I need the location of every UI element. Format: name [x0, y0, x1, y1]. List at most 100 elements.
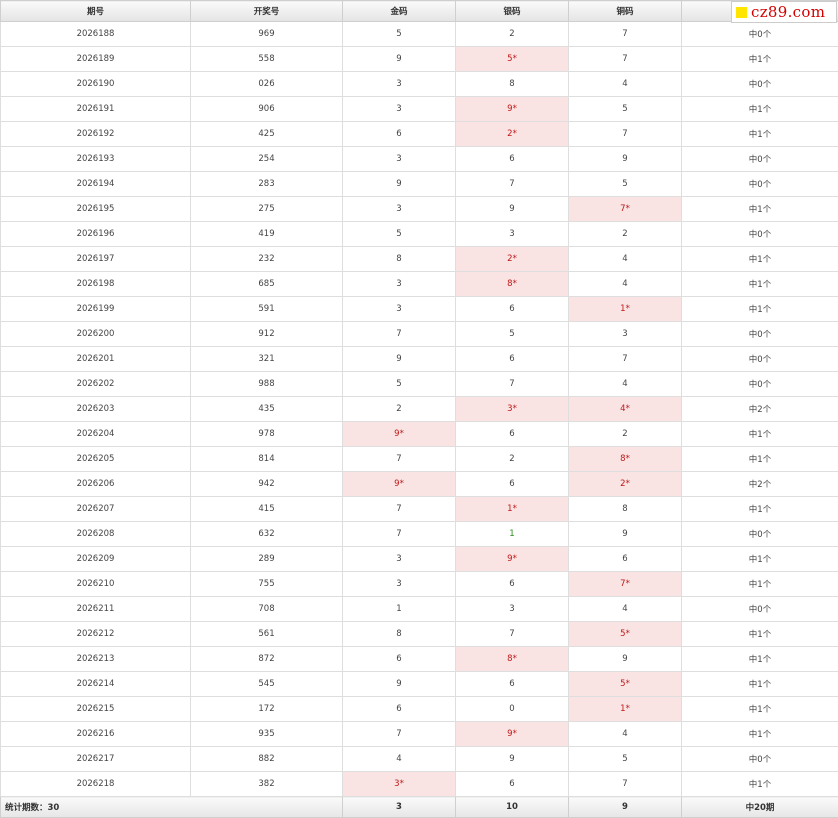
cell-issue: 2026198	[1, 272, 191, 297]
cell-issue: 2026205	[1, 447, 191, 472]
cell-result: 中0个	[682, 222, 838, 247]
cell-silver: 6	[456, 772, 569, 797]
header-gold: 金码	[343, 1, 456, 22]
cell-issue: 2026197	[1, 247, 191, 272]
cell-issue: 2026208	[1, 522, 191, 547]
cell-result: 中0个	[682, 522, 838, 547]
cell-draw-number: 419	[191, 222, 343, 247]
cell-issue: 2026206	[1, 472, 191, 497]
cell-result: 中0个	[682, 347, 838, 372]
cell-draw-number: 558	[191, 47, 343, 72]
cell-copper: 4	[569, 272, 682, 297]
table-row: 202618955895*7中1个	[1, 47, 838, 72]
cell-draw-number: 382	[191, 772, 343, 797]
cell-draw-number: 708	[191, 597, 343, 622]
cell-result: 中1个	[682, 497, 838, 522]
cell-gold: 9	[343, 347, 456, 372]
cell-issue: 2026201	[1, 347, 191, 372]
cell-issue: 2026199	[1, 297, 191, 322]
cell-gold: 2	[343, 397, 456, 422]
cell-copper: 8*	[569, 447, 682, 472]
cell-gold: 3	[343, 297, 456, 322]
table-row: 2026201321967中0个	[1, 347, 838, 372]
cell-issue: 2026216	[1, 722, 191, 747]
table-row: 2026217882495中0个	[1, 747, 838, 772]
cell-gold: 3	[343, 547, 456, 572]
cell-issue: 2026200	[1, 322, 191, 347]
site-logo[interactable]: cz89.com	[731, 1, 837, 23]
footer-total: 中20期	[682, 797, 838, 818]
cell-draw-number: 545	[191, 672, 343, 697]
cell-result: 中1个	[682, 122, 838, 147]
cell-silver: 7	[456, 622, 569, 647]
cell-gold: 7	[343, 497, 456, 522]
cell-result: 中1个	[682, 622, 838, 647]
cell-copper: 5	[569, 97, 682, 122]
table-row: 2026190026384中0个	[1, 72, 838, 97]
cell-result: 中0个	[682, 72, 838, 97]
cell-result: 中2个	[682, 472, 838, 497]
cell-silver: 6	[456, 472, 569, 497]
cell-copper: 7	[569, 47, 682, 72]
cell-result: 中0个	[682, 747, 838, 772]
header-draw-number: 开奖号	[191, 1, 343, 22]
cell-draw-number: 942	[191, 472, 343, 497]
cell-result: 中1个	[682, 272, 838, 297]
cell-silver: 5*	[456, 47, 569, 72]
cell-issue: 2026214	[1, 672, 191, 697]
cell-gold: 7	[343, 522, 456, 547]
table-row: 2026188969527中0个	[1, 22, 838, 47]
cell-copper: 7	[569, 347, 682, 372]
cell-draw-number: 026	[191, 72, 343, 97]
cell-silver: 1*	[456, 497, 569, 522]
cell-draw-number: 935	[191, 722, 343, 747]
footer-row: 统计期数：30 3 10 9 中20期	[1, 797, 838, 818]
cell-result: 中1个	[682, 672, 838, 697]
cell-result: 中2个	[682, 397, 838, 422]
cell-copper: 1*	[569, 297, 682, 322]
cell-copper: 5*	[569, 672, 682, 697]
cell-issue: 2026213	[1, 647, 191, 672]
cell-result: 中1个	[682, 647, 838, 672]
cell-draw-number: 906	[191, 97, 343, 122]
cell-draw-number: 172	[191, 697, 343, 722]
cell-silver: 2	[456, 447, 569, 472]
cell-copper: 4	[569, 72, 682, 97]
cell-draw-number: 872	[191, 647, 343, 672]
cell-copper: 7*	[569, 572, 682, 597]
cell-result: 中1个	[682, 297, 838, 322]
cell-draw-number: 755	[191, 572, 343, 597]
cell-draw-number: 882	[191, 747, 343, 772]
cell-issue: 2026192	[1, 122, 191, 147]
footer-copper: 9	[569, 797, 682, 818]
cell-copper: 5*	[569, 622, 682, 647]
footer-count: 统计期数：30	[1, 797, 343, 818]
cell-silver: 9	[456, 197, 569, 222]
cell-gold: 5	[343, 372, 456, 397]
cell-silver: 8*	[456, 272, 569, 297]
table-row: 2026208632719中0个	[1, 522, 838, 547]
cell-silver: 9*	[456, 97, 569, 122]
cell-draw-number: 283	[191, 172, 343, 197]
table-row: 202620343523*4*中2个	[1, 397, 838, 422]
cell-gold: 3	[343, 197, 456, 222]
cell-silver: 7	[456, 172, 569, 197]
cell-silver: 3	[456, 597, 569, 622]
cell-silver: 5	[456, 322, 569, 347]
cell-silver: 8	[456, 72, 569, 97]
cell-gold: 9*	[343, 472, 456, 497]
table-row: 2026195275397*中1个	[1, 197, 838, 222]
cell-silver: 2*	[456, 122, 569, 147]
cell-result: 中1个	[682, 247, 838, 272]
cell-silver: 6	[456, 422, 569, 447]
cell-draw-number: 254	[191, 147, 343, 172]
cell-copper: 2	[569, 222, 682, 247]
results-table: 期号 开奖号 金码 银码 铜码 2026188969527中0个20261895…	[0, 0, 838, 818]
cell-issue: 2026210	[1, 572, 191, 597]
cell-gold: 3	[343, 72, 456, 97]
table-row: 20262069429*62*中2个	[1, 472, 838, 497]
cell-result: 中0个	[682, 22, 838, 47]
cell-draw-number: 415	[191, 497, 343, 522]
cell-issue: 2026204	[1, 422, 191, 447]
cell-silver: 2*	[456, 247, 569, 272]
